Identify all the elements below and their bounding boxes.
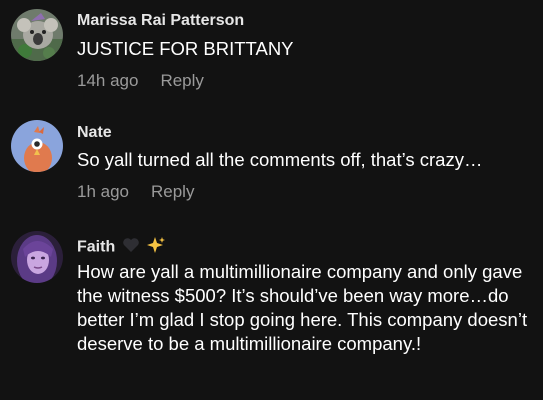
comment-author[interactable]: Nate <box>77 124 112 142</box>
koala-photo-avatar-icon <box>11 9 63 61</box>
comment-time: 14h ago <box>77 71 139 90</box>
comment-text: How are yall a multimillionaire company … <box>77 261 528 354</box>
avatar[interactable] <box>11 120 63 172</box>
comment-meta: 14h ago Reply <box>77 71 204 91</box>
comment-text: JUSTICE FOR BRITTANY <box>77 38 294 59</box>
sparkles-icon <box>146 236 166 259</box>
comment-time: 1h ago <box>77 182 129 201</box>
orange-bird-avatar-icon <box>11 120 63 172</box>
comment-text: So yall turned all the comments off, tha… <box>77 149 483 170</box>
comment-author[interactable]: Faith <box>77 236 166 259</box>
avatar[interactable] <box>11 9 63 61</box>
comments-list: Marissa Rai Patterson JUSTICE FOR BRITTA… <box>0 0 543 400</box>
person-photo-avatar-icon <box>11 231 63 283</box>
avatar[interactable] <box>11 231 63 283</box>
comment-author[interactable]: Marissa Rai Patterson <box>77 12 244 30</box>
black-heart-icon <box>122 237 140 258</box>
author-name: Faith <box>77 238 116 256</box>
comment-meta: 1h ago Reply <box>77 182 194 202</box>
reply-button[interactable]: Reply <box>151 182 194 201</box>
reply-button[interactable]: Reply <box>160 71 203 90</box>
